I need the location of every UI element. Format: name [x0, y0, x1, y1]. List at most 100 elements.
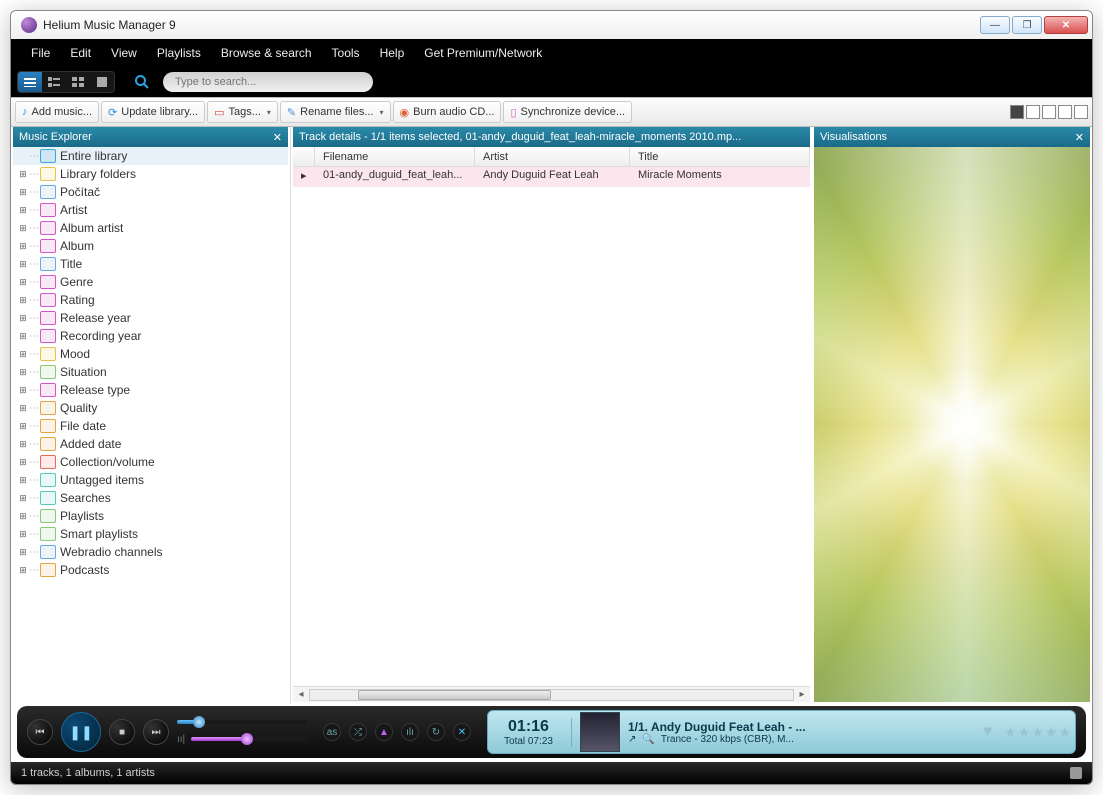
- tree-item-playlists[interactable]: ⊞⋯Playlists: [13, 507, 288, 525]
- album-art[interactable]: [580, 712, 620, 752]
- tree-item-quality[interactable]: ⊞⋯Quality: [13, 399, 288, 417]
- expand-icon[interactable]: ⊞: [17, 421, 29, 432]
- expand-icon[interactable]: ⊞: [17, 457, 29, 468]
- search-input[interactable]: [163, 72, 373, 92]
- table-row[interactable]: ▸ 01-andy_duguid_feat_leah... Andy Dugui…: [293, 167, 810, 187]
- view-details-icon[interactable]: [42, 72, 66, 92]
- menu-file[interactable]: File: [21, 42, 60, 64]
- burn-cd-button[interactable]: ◉Burn audio CD...: [393, 101, 502, 123]
- menu-help[interactable]: Help: [370, 42, 415, 64]
- minimize-button[interactable]: —: [980, 16, 1010, 34]
- view-card-icon[interactable]: [90, 72, 114, 92]
- star-icon[interactable]: ★: [1031, 724, 1044, 741]
- view-list-icon[interactable]: [18, 72, 42, 92]
- menu-browse-search[interactable]: Browse & search: [211, 42, 322, 64]
- sync-device-button[interactable]: ▯Synchronize device...: [503, 101, 632, 123]
- maximize-button[interactable]: ❐: [1012, 16, 1042, 34]
- explorer-close-icon[interactable]: ✕: [273, 131, 282, 144]
- expand-icon[interactable]: ⊞: [17, 403, 29, 414]
- crossfade-icon[interactable]: ✕: [453, 723, 471, 741]
- tree-item-artist[interactable]: ⊞⋯Artist: [13, 201, 288, 219]
- expand-icon[interactable]: ⊞: [17, 277, 29, 288]
- scroll-right-icon[interactable]: ▸: [794, 689, 810, 700]
- star-icon[interactable]: ★: [1004, 724, 1017, 741]
- tree-item-album[interactable]: ⊞⋯Album: [13, 237, 288, 255]
- tree-item-searches[interactable]: ⊞⋯Searches: [13, 489, 288, 507]
- th-title[interactable]: Title: [630, 147, 810, 166]
- expand-icon[interactable]: ⊞: [17, 295, 29, 306]
- lastfm-icon[interactable]: as: [323, 723, 341, 741]
- tree-item-recording-year[interactable]: ⊞⋯Recording year: [13, 327, 288, 345]
- expand-icon[interactable]: ⊞: [17, 169, 29, 180]
- expand-icon[interactable]: ⊞: [17, 367, 29, 378]
- scroll-thumb[interactable]: [358, 690, 551, 700]
- expand-icon[interactable]: ⊞: [17, 259, 29, 270]
- expand-icon[interactable]: ⊞: [17, 349, 29, 360]
- tree-item-untagged-items[interactable]: ⊞⋯Untagged items: [13, 471, 288, 489]
- expand-icon[interactable]: ⊞: [17, 187, 29, 198]
- favorite-icon[interactable]: ♥: [983, 723, 993, 741]
- tree-item-release-type[interactable]: ⊞⋯Release type: [13, 381, 288, 399]
- tree-item-mood[interactable]: ⊞⋯Mood: [13, 345, 288, 363]
- visualisations-close-icon[interactable]: ✕: [1075, 131, 1084, 144]
- expand-icon[interactable]: ⊞: [17, 547, 29, 558]
- tree-item-situation[interactable]: ⊞⋯Situation: [13, 363, 288, 381]
- th-handle[interactable]: [293, 147, 315, 166]
- expand-icon[interactable]: ⊞: [17, 385, 29, 396]
- tree-item-added-date[interactable]: ⊞⋯Added date: [13, 435, 288, 453]
- search-icon[interactable]: [133, 73, 151, 91]
- repeat-icon[interactable]: ↻: [427, 723, 445, 741]
- volume-slider[interactable]: [191, 737, 307, 741]
- menu-edit[interactable]: Edit: [60, 42, 101, 64]
- star-icon[interactable]: ★: [1058, 724, 1071, 741]
- flame-icon[interactable]: ▲: [375, 723, 393, 741]
- tags-button[interactable]: ▭Tags...▾: [207, 101, 278, 123]
- tree-item-collection-volume[interactable]: ⊞⋯Collection/volume: [13, 453, 288, 471]
- add-music-button[interactable]: ♪Add music...: [15, 101, 99, 123]
- stop-button[interactable]: ■: [109, 719, 135, 745]
- expand-icon[interactable]: ⊞: [17, 331, 29, 342]
- tree-item-webradio-channels[interactable]: ⊞⋯Webradio channels: [13, 543, 288, 561]
- scroll-left-icon[interactable]: ◂: [293, 689, 309, 700]
- database-icon[interactable]: [1070, 767, 1082, 779]
- progress-slider[interactable]: [177, 720, 307, 724]
- tree-item-podcasts[interactable]: ⊞⋯Podcasts: [13, 561, 288, 579]
- tree-item-library-folders[interactable]: ⊞⋯Library folders: [13, 165, 288, 183]
- tree-item-smart-playlists[interactable]: ⊞⋯Smart playlists: [13, 525, 288, 543]
- prev-button[interactable]: ⏮: [27, 719, 53, 745]
- layout-preset-2[interactable]: [1026, 105, 1040, 119]
- tree-item-po-ta-[interactable]: ⊞⋯Počítač: [13, 183, 288, 201]
- tree-item-album-artist[interactable]: ⊞⋯Album artist: [13, 219, 288, 237]
- share-icon[interactable]: ↗: [628, 734, 636, 745]
- layout-preset-3[interactable]: [1042, 105, 1056, 119]
- expand-icon[interactable]: ⊞: [17, 565, 29, 576]
- close-button[interactable]: ✕: [1044, 16, 1088, 34]
- menu-tools[interactable]: Tools: [322, 42, 370, 64]
- tree-item-file-date[interactable]: ⊞⋯File date: [13, 417, 288, 435]
- scroll-track[interactable]: [309, 689, 794, 701]
- tree-item-genre[interactable]: ⊞⋯Genre: [13, 273, 288, 291]
- horizontal-scrollbar[interactable]: ◂ ▸: [293, 686, 810, 702]
- play-pause-button[interactable]: ❚❚: [61, 712, 101, 752]
- menu-playlists[interactable]: Playlists: [147, 42, 211, 64]
- tree-item-entire-library[interactable]: ⋯Entire library: [13, 147, 288, 165]
- expand-icon[interactable]: ⊞: [17, 313, 29, 324]
- expand-icon[interactable]: ⊞: [17, 493, 29, 504]
- tree-item-rating[interactable]: ⊞⋯Rating: [13, 291, 288, 309]
- tree-item-title[interactable]: ⊞⋯Title: [13, 255, 288, 273]
- menu-get-premium-network[interactable]: Get Premium/Network: [414, 42, 552, 64]
- expand-icon[interactable]: ⊞: [17, 439, 29, 450]
- expand-icon[interactable]: ⊞: [17, 223, 29, 234]
- star-icon[interactable]: ★: [1045, 724, 1058, 741]
- shuffle-icon[interactable]: ⤮: [349, 723, 367, 741]
- rename-files-button[interactable]: ✎Rename files...▾: [280, 101, 391, 123]
- layout-preset-4[interactable]: [1058, 105, 1072, 119]
- layout-preset-1[interactable]: [1010, 105, 1024, 119]
- expand-icon[interactable]: ⊞: [17, 511, 29, 522]
- update-library-button[interactable]: ⟳Update library...: [101, 101, 205, 123]
- rating-stars[interactable]: ★★★★★: [1004, 724, 1071, 741]
- th-filename[interactable]: Filename: [315, 147, 475, 166]
- th-artist[interactable]: Artist: [475, 147, 630, 166]
- expand-icon[interactable]: ⊞: [17, 475, 29, 486]
- next-button[interactable]: ⏭: [143, 719, 169, 745]
